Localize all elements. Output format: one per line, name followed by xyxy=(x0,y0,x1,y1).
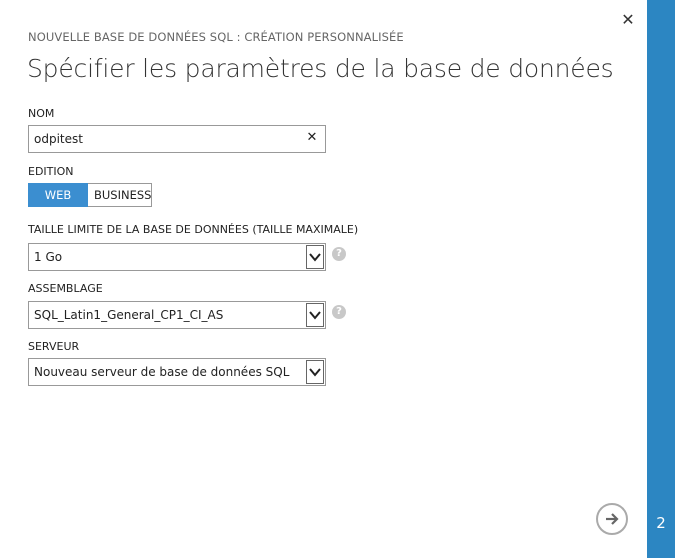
close-icon[interactable]: ✕ xyxy=(618,10,638,30)
collation-value: SQL_Latin1_General_CP1_CI_AS xyxy=(34,308,224,322)
name-input[interactable] xyxy=(34,130,296,148)
name-label: NOM xyxy=(28,107,55,120)
size-label: TAILLE LIMITE DE LA BASE DE DONNÉES (TAI… xyxy=(28,223,359,236)
wizard-step-rail: 2 xyxy=(647,0,675,558)
dialog-overline: NOUVELLE BASE DE DONNÉES SQL : CRÉATION … xyxy=(28,30,404,44)
size-select[interactable]: 1 Go xyxy=(28,243,326,271)
edition-web-button[interactable]: WEB xyxy=(28,183,88,207)
server-label: SERVEUR xyxy=(28,340,80,353)
server-select[interactable]: Nouveau serveur de base de données SQL xyxy=(28,358,326,386)
collation-help-icon[interactable]: ? xyxy=(332,305,346,319)
collation-select[interactable]: SQL_Latin1_General_CP1_CI_AS xyxy=(28,301,326,329)
wizard-dialog: ✕ NOUVELLE BASE DE DONNÉES SQL : CRÉATIO… xyxy=(0,0,647,558)
size-value: 1 Go xyxy=(34,250,63,264)
server-value: Nouveau serveur de base de données SQL xyxy=(34,365,290,379)
chevron-down-icon[interactable] xyxy=(306,360,324,384)
clear-icon[interactable]: ✕ xyxy=(305,131,319,145)
edition-toggle: WEB BUSINESS xyxy=(28,183,152,207)
size-help-icon[interactable]: ? xyxy=(332,247,346,261)
arrow-right-circle-icon xyxy=(606,513,619,525)
next-button[interactable] xyxy=(596,503,628,535)
name-field[interactable]: ✕ xyxy=(28,125,326,153)
edition-label: EDITION xyxy=(28,165,74,178)
edition-business-button[interactable]: BUSINESS xyxy=(88,183,152,207)
chevron-down-icon[interactable] xyxy=(306,245,324,269)
collation-label: ASSEMBLAGE xyxy=(28,282,103,295)
chevron-down-icon[interactable] xyxy=(306,303,324,327)
page-title: Spécifier les paramètres de la base de d… xyxy=(27,54,614,83)
step-number: 2 xyxy=(656,514,666,532)
